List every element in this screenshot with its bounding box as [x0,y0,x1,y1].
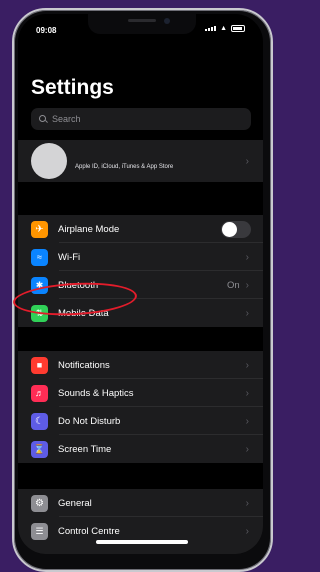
moon-icon: ☾ [31,412,48,430]
row-label: General [58,497,92,509]
front-camera [164,18,170,24]
row-label: Sounds & Haptics [58,387,134,399]
page-title: Settings [31,76,114,99]
signal-icon [205,26,217,31]
row-label: Control Centre [58,525,120,537]
wifi-icon: ≈ [31,248,48,266]
settings-row-notifications[interactable]: ■ Notifications › [18,351,263,379]
chevron-right-icon: › [245,155,249,167]
chevron-right-icon: › [245,279,249,291]
chevron-right-icon: › [245,307,249,319]
row-label: Do Not Disturb [58,415,121,427]
row-label: Screen Time [58,443,112,455]
sound-icon: ♬ [31,384,48,402]
wifi-status-icon: ▲ [220,25,227,32]
apple-id-subtitle: Apple ID, iCloud, iTunes & App Store [75,164,174,170]
notifications-icon: ■ [31,356,48,374]
settings-row-airplane-mode[interactable]: ✈ Airplane Mode [18,215,263,243]
settings-row-general[interactable]: ⚙ General › [18,489,263,517]
chevron-right-icon: › [245,497,249,509]
battery-icon [231,25,245,32]
apple-id-row[interactable]: Apple ID, iCloud, iTunes & App Store › [18,140,263,182]
notifications-group: ■ Notifications › ♬ Sounds & Haptics › ☾… [18,351,263,463]
search-placeholder: Search [52,114,81,124]
status-time: 09:08 [36,26,57,35]
chevron-right-icon: › [245,443,249,455]
control-centre-icon: ☰ [31,522,48,540]
chevron-right-icon: › [245,359,249,371]
search-input[interactable]: Search [31,108,251,130]
speaker-grille [128,19,156,22]
notch [88,14,196,34]
row-label: Notifications [58,359,110,371]
gear-icon: ⚙ [31,494,48,512]
airplane-mode-toggle[interactable] [221,220,251,238]
hourglass-icon: ⌛ [31,440,48,458]
chevron-right-icon: › [245,415,249,427]
row-label: Airplane Mode [58,223,120,235]
bluetooth-value: On [226,279,240,291]
status-icons: ▲ [205,25,245,32]
settings-row-wifi[interactable]: ≈ Wi-Fi › [18,243,263,271]
settings-row-do-not-disturb[interactable]: ☾ Do Not Disturb › [18,407,263,435]
chevron-right-icon: › [245,387,249,399]
settings-row-sounds[interactable]: ♬ Sounds & Haptics › [18,379,263,407]
chevron-right-icon: › [245,251,249,263]
search-icon [39,115,47,123]
avatar [31,143,67,179]
airplane-icon: ✈ [31,220,48,238]
general-group: ⚙ General › ☰ Control Centre › [18,489,263,554]
home-indicator[interactable] [96,540,188,544]
profile-group: Apple ID, iCloud, iTunes & App Store › [18,140,263,182]
chevron-right-icon: › [245,525,249,537]
settings-row-screen-time[interactable]: ⌛ Screen Time › [18,435,263,463]
row-label: Wi-Fi [58,251,81,263]
